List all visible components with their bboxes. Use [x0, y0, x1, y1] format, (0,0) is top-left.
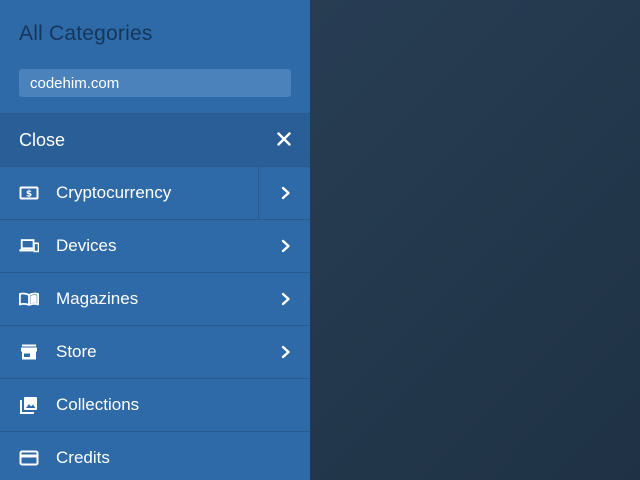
svg-text:$: $ [26, 190, 32, 200]
chevron-right-icon[interactable] [279, 290, 293, 308]
menu-item-label: Devices [56, 236, 117, 255]
drawer-header: All Categories [0, 0, 310, 113]
menu-item-store[interactable]: Store [0, 325, 310, 378]
chevron-right-icon[interactable] [279, 343, 293, 361]
drawer-title: All Categories [19, 22, 153, 45]
menu-item-label: Store [56, 342, 97, 361]
money-icon: $ [19, 183, 39, 203]
close-label: Close [19, 130, 66, 150]
store-icon [19, 342, 39, 362]
menu-item-label: Cryptocurrency [56, 183, 172, 202]
menu-item-devices[interactable]: Devices [0, 219, 310, 272]
book-icon [19, 289, 39, 309]
app-stage: All Categories Close $ Cryptocurrency [0, 0, 640, 480]
menu-item-label: Credits [56, 448, 110, 467]
collections-icon [19, 395, 39, 415]
search-input[interactable] [19, 69, 291, 97]
menu-item-magazines[interactable]: Magazines [0, 272, 310, 325]
menu-item-credits[interactable]: Credits [0, 431, 310, 480]
menu-item-label: Magazines [56, 289, 139, 308]
menu-item-cryptocurrency[interactable]: $ Cryptocurrency [0, 166, 310, 219]
credit-card-icon [19, 448, 39, 468]
close-button[interactable]: Close [0, 113, 310, 166]
category-drawer: All Categories Close $ Cryptocurrency [0, 0, 310, 480]
submenu-divider [258, 167, 259, 219]
menu-item-collections[interactable]: Collections [0, 378, 310, 431]
chevron-right-icon[interactable] [279, 184, 293, 202]
category-menu: $ Cryptocurrency Devices Magazines Store… [0, 166, 310, 480]
menu-item-label: Collections [56, 395, 140, 414]
close-icon[interactable] [275, 129, 293, 149]
devices-icon [19, 236, 39, 256]
chevron-right-icon[interactable] [279, 237, 293, 255]
